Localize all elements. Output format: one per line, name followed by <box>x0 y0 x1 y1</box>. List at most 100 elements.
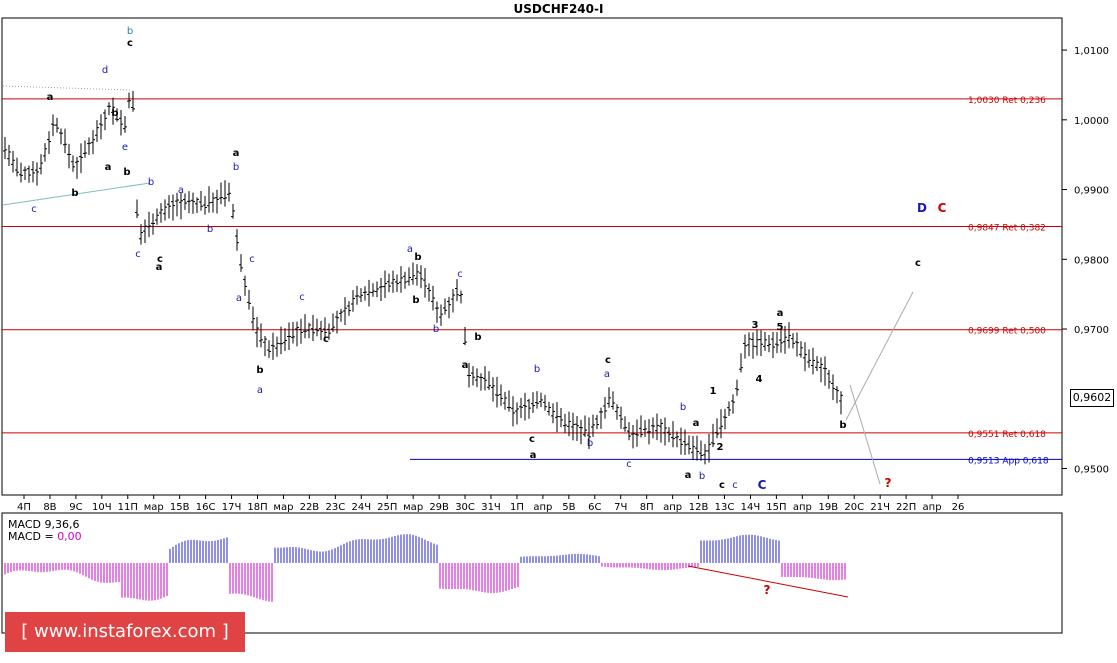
x-tick-label: 8П <box>640 502 654 513</box>
wave-label: 3 <box>752 320 759 331</box>
wave-label: c <box>457 269 463 280</box>
x-tick-label: 18П <box>247 502 267 513</box>
x-tick-label: апр <box>923 502 942 513</box>
wave-label: a <box>178 185 184 196</box>
x-tick-label: 9С <box>69 502 82 513</box>
wave-label: e <box>122 142 128 153</box>
x-tick-label: 10Ч <box>92 502 112 513</box>
wave-label: c <box>127 38 133 49</box>
wave-label: c <box>626 459 632 470</box>
y-tick-label: 1,0100 <box>1074 46 1109 57</box>
x-tick-label: 12В <box>689 502 709 513</box>
wave-label: a <box>233 148 240 159</box>
wave-label: a <box>604 369 610 380</box>
level-label: 0,9513 App 0,618 <box>968 456 1049 466</box>
wave-label: c <box>323 334 329 345</box>
x-tick-label: 1П <box>510 502 524 513</box>
current-price-box: 0,9602 <box>1070 389 1114 407</box>
chart-title: USDCHF240-I <box>513 2 604 16</box>
x-tick-label: мар <box>273 502 293 513</box>
wave-label: c <box>529 434 535 445</box>
x-tick-label: 24Ч <box>351 502 371 513</box>
x-tick-label: 14Ч <box>741 502 761 513</box>
y-tick-label: 0,9900 <box>1074 186 1109 197</box>
x-tick-label: 13С <box>715 502 735 513</box>
x-tick-label: 4П <box>17 502 31 513</box>
wave-label: c <box>157 254 163 265</box>
x-tick-label: 21Ч <box>870 502 890 513</box>
x-tick-label: апр <box>793 502 812 513</box>
x-tick-label: 22П <box>896 502 916 513</box>
wave-label: C <box>938 201 947 215</box>
x-tick-label: 15П <box>766 502 786 513</box>
wave-label: b <box>534 364 540 375</box>
wave-label: b <box>233 162 239 173</box>
watermark-logo: [ www.instaforex.com ] <box>5 612 245 652</box>
x-tick-label: 23С <box>325 502 345 513</box>
wave-label: b <box>680 402 686 413</box>
x-tick-label: 11П <box>118 502 138 513</box>
wave-label: b <box>414 252 421 263</box>
wave-label: 2 <box>717 442 724 453</box>
wave-label: b <box>256 365 263 376</box>
wave-label: b <box>111 108 118 119</box>
wave-label: a <box>105 162 112 173</box>
wave-label: c <box>31 204 37 215</box>
x-tick-label: мар <box>403 502 423 513</box>
y-tick-label: 0,9700 <box>1074 325 1109 336</box>
wave-label: b <box>207 224 213 235</box>
x-tick-label: 15В <box>170 502 190 513</box>
x-tick-label: 25П <box>377 502 397 513</box>
wave-label: c <box>732 480 738 491</box>
x-tick-label: 29В <box>429 502 449 513</box>
level-label: 0,9847 Ret 0,382 <box>968 224 1046 234</box>
wave-label: 5 <box>777 322 784 333</box>
x-tick-label: мар <box>144 502 164 513</box>
wave-label: c <box>299 292 305 303</box>
wave-label: a <box>257 385 263 396</box>
y-tick-label: 0,9800 <box>1074 255 1109 266</box>
wave-label: c <box>719 480 725 491</box>
wave-label: C <box>758 478 767 492</box>
x-tick-label: 16С <box>196 502 216 513</box>
x-tick-label: апр <box>663 502 682 513</box>
wave-label: b <box>839 420 846 431</box>
wave-label: a <box>530 450 537 461</box>
wave-label: b <box>433 324 439 335</box>
x-tick-label: 5В <box>562 502 575 513</box>
x-tick-label: 30С <box>455 502 475 513</box>
wave-label: a <box>236 293 242 304</box>
wave-label: b <box>127 26 133 37</box>
wave-label: a <box>685 470 692 481</box>
wave-label: 4 <box>756 374 763 385</box>
wave-label: a <box>47 92 54 103</box>
wave-label: b <box>587 438 593 449</box>
wave-label: c <box>249 254 255 265</box>
level-label: 0,9551 Ret 0,618 <box>968 430 1046 440</box>
x-tick-label: 7Ч <box>614 502 627 513</box>
wave-label: a <box>407 244 413 255</box>
y-tick-label: 1,0000 <box>1074 116 1109 127</box>
wave-label: D <box>917 201 927 215</box>
wave-label: b <box>699 471 705 482</box>
wave-label: a <box>777 308 784 319</box>
wave-label: b <box>71 188 78 199</box>
x-tick-label: 31Ч <box>481 502 501 513</box>
x-tick-label: 8В <box>43 502 56 513</box>
wave-label: b <box>148 177 154 188</box>
x-tick-label: 6С <box>588 502 601 513</box>
wave-label: 1 <box>710 386 717 397</box>
level-label: 0,9699 Ret 0,500 <box>968 327 1046 337</box>
macd-value-label: MACD = 0,00 <box>8 530 82 543</box>
wave-label: ? <box>764 583 771 597</box>
x-tick-label: 19В <box>818 502 838 513</box>
wave-label: a <box>462 360 469 371</box>
level-label: 1,0030 Ret 0,236 <box>968 96 1046 106</box>
x-tick-label: 20С <box>844 502 864 513</box>
wave-label: a <box>693 418 700 429</box>
x-tick-label: 26 <box>952 502 965 513</box>
wave-label: c <box>915 258 921 269</box>
x-tick-label: 17Ч <box>222 502 242 513</box>
wave-label: c <box>605 355 611 366</box>
y-tick-label: 0,9500 <box>1074 465 1109 476</box>
